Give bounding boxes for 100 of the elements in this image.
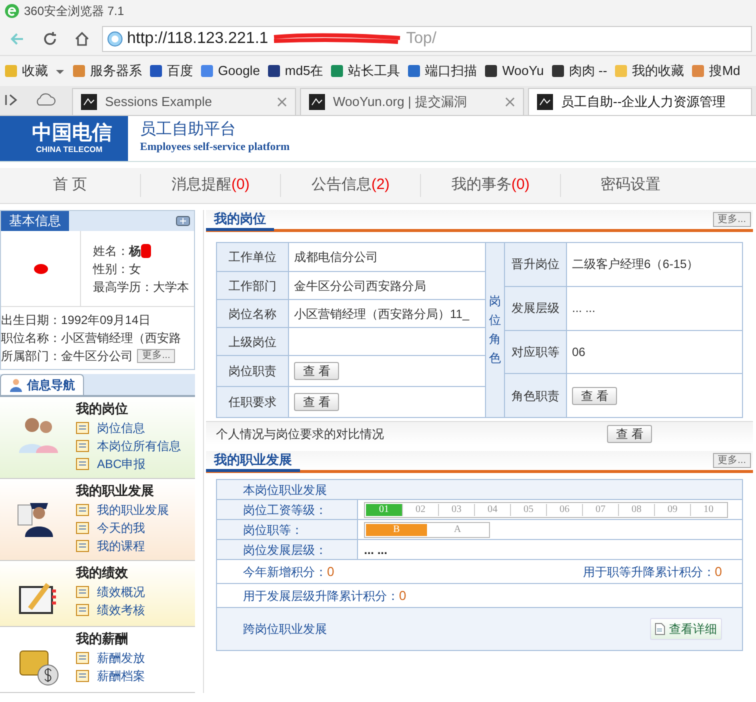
document-icon [76, 458, 89, 470]
field-label: 岗位发展层级： [243, 542, 327, 558]
globe-icon [107, 30, 123, 46]
bookmark-link[interactable]: 收藏 [4, 61, 48, 81]
redaction-scribble [32, 262, 48, 274]
table-cell-text: ... ... [572, 300, 596, 318]
more-button[interactable]: 更多... [712, 212, 751, 227]
nav-link[interactable]: 首 页 [0, 174, 140, 197]
refresh-icon [42, 30, 58, 46]
bookmark-link[interactable]: 我的收藏 [614, 61, 684, 81]
nav-link[interactable]: 薪酬发放 [76, 649, 145, 667]
bookmark-icon [266, 64, 281, 78]
nav-link[interactable]: 本岗位所有信息 [76, 437, 181, 455]
favicon-icon [81, 94, 97, 110]
browser-tab[interactable]: Sessions Example [72, 88, 296, 115]
bookmark-link[interactable]: 服务器系 [72, 61, 142, 81]
document-icon [655, 623, 665, 635]
grade-label: 03 [438, 504, 474, 516]
view-button[interactable]: 查 看 [294, 393, 340, 411]
grade-label: 04 [474, 504, 510, 516]
bookmark-link[interactable]: 肉肉 -- [550, 61, 608, 81]
nav-link[interactable]: 绩效考核 [76, 601, 145, 619]
grade-label: 10 [690, 504, 726, 516]
close-icon [505, 97, 515, 107]
address-field[interactable]: http://118.123.221.1 Top/ [102, 26, 752, 52]
table-cell-text: 岗位角色 [489, 292, 501, 368]
site-subtitle: Employees self-service platform [140, 140, 290, 156]
grade-label: 01 [366, 504, 402, 516]
home-icon [74, 30, 90, 46]
close-icon [277, 97, 287, 107]
bookmark-icon [200, 64, 214, 78]
url-text: http://118.123.221.1 [127, 28, 268, 48]
nav-link[interactable]: 绩效概况 [76, 583, 145, 601]
bookmark-icon [614, 64, 628, 78]
cloud-icon [34, 93, 56, 107]
bookmark-link[interactable]: 端口扫描 [407, 61, 478, 81]
bookmark-icon [691, 64, 706, 78]
site-title: 员工自助平台 [140, 121, 237, 140]
more-button[interactable]: 更多... [712, 453, 751, 468]
expand-icon [176, 216, 190, 226]
table-cell: 上级岗位 [217, 328, 289, 355]
view-details-button[interactable]: 查看详细 [650, 618, 722, 640]
table-cell: 岗位职责 [217, 356, 289, 386]
bookmark-icon [407, 64, 422, 78]
grade-label: 08 [618, 504, 654, 516]
panel-title: 我的岗位 [206, 208, 274, 230]
browser-tab[interactable]: WooYun.org | 提交漏洞 [300, 88, 524, 115]
browser-tab[interactable]: 员工自助--企业人力资源管理 [528, 88, 752, 115]
field-label: 岗位职等： [243, 522, 303, 538]
view-button[interactable]: 查 看 [294, 362, 340, 380]
tab-title: Sessions Example [105, 93, 213, 112]
points-text: 今年新增积分：0 [243, 562, 334, 581]
person-icon [9, 378, 23, 392]
panel-tab[interactable]: 信息导航 [0, 374, 84, 395]
nav-link[interactable]: 我的职业发展 [76, 501, 169, 519]
table-cell: 工作单位 [217, 243, 289, 271]
bookmark-icon [72, 64, 86, 78]
bookmark-link[interactable]: WooYu [484, 61, 544, 81]
view-button[interactable]: 查 看 [607, 424, 652, 442]
table-cell: 晋升岗位 [505, 243, 567, 286]
tab-title: 员工自助--企业人力资源管理 [561, 93, 727, 112]
detail-text: 职位名称：小区营销经理（西安路 [1, 330, 181, 347]
nav-link[interactable]: ABC申报 [76, 455, 181, 473]
bookmark-link[interactable]: 搜Md [691, 61, 740, 81]
bookmark-link[interactable]: Google [200, 61, 260, 81]
nav-link[interactable]: 我的课程 [76, 537, 169, 555]
table-cell: 角色职责 [505, 374, 567, 417]
table-cell-text: 金牛区分公司西安路分局 [294, 278, 426, 294]
field-text: 最高学历：大学本 [93, 278, 189, 296]
browser-logo-icon [4, 3, 20, 19]
points-text: 用于职等升降累计积分：0 [582, 562, 722, 581]
bookmark-icon [4, 64, 18, 78]
table-cell: 发展层级 [505, 286, 567, 330]
nav-link[interactable]: 岗位信息 [76, 419, 181, 437]
bookmark-link[interactable]: md5在 [266, 61, 324, 81]
field-value: ... ... [364, 542, 388, 558]
group-title: 我的岗位 [76, 401, 129, 419]
document-icon [76, 440, 89, 452]
nav-link[interactable]: 消息提醒(0) [140, 174, 280, 197]
logo-text: CHINA TELECOM [35, 144, 104, 156]
document-icon [76, 670, 89, 682]
section-title: 本岗位职业发展 [243, 482, 327, 498]
bookmark-link[interactable]: 站长工具 [330, 61, 400, 81]
bookmark-link[interactable]: 百度 [149, 61, 193, 81]
document-icon [76, 504, 89, 516]
document-icon [76, 522, 89, 534]
view-button[interactable]: 查 看 [572, 386, 618, 405]
group-title: 我的职业发展 [76, 483, 155, 501]
nav-link[interactable]: 今天的我 [76, 519, 169, 537]
more-button[interactable]: 更多... [137, 349, 176, 363]
document-icon [76, 422, 89, 434]
bookmark-icon [484, 64, 498, 78]
table-cell: 任职要求 [217, 387, 289, 417]
table-cell: 岗位名称 [217, 300, 289, 327]
nav-link[interactable]: 公告信息(2) [280, 174, 420, 197]
document-icon [76, 604, 89, 616]
nav-link[interactable]: 薪酬档案 [76, 667, 145, 685]
nav-link[interactable]: 我的事务(0) [420, 174, 560, 197]
nav-link[interactable]: 密码设置 [560, 174, 700, 197]
document-icon [76, 652, 89, 664]
